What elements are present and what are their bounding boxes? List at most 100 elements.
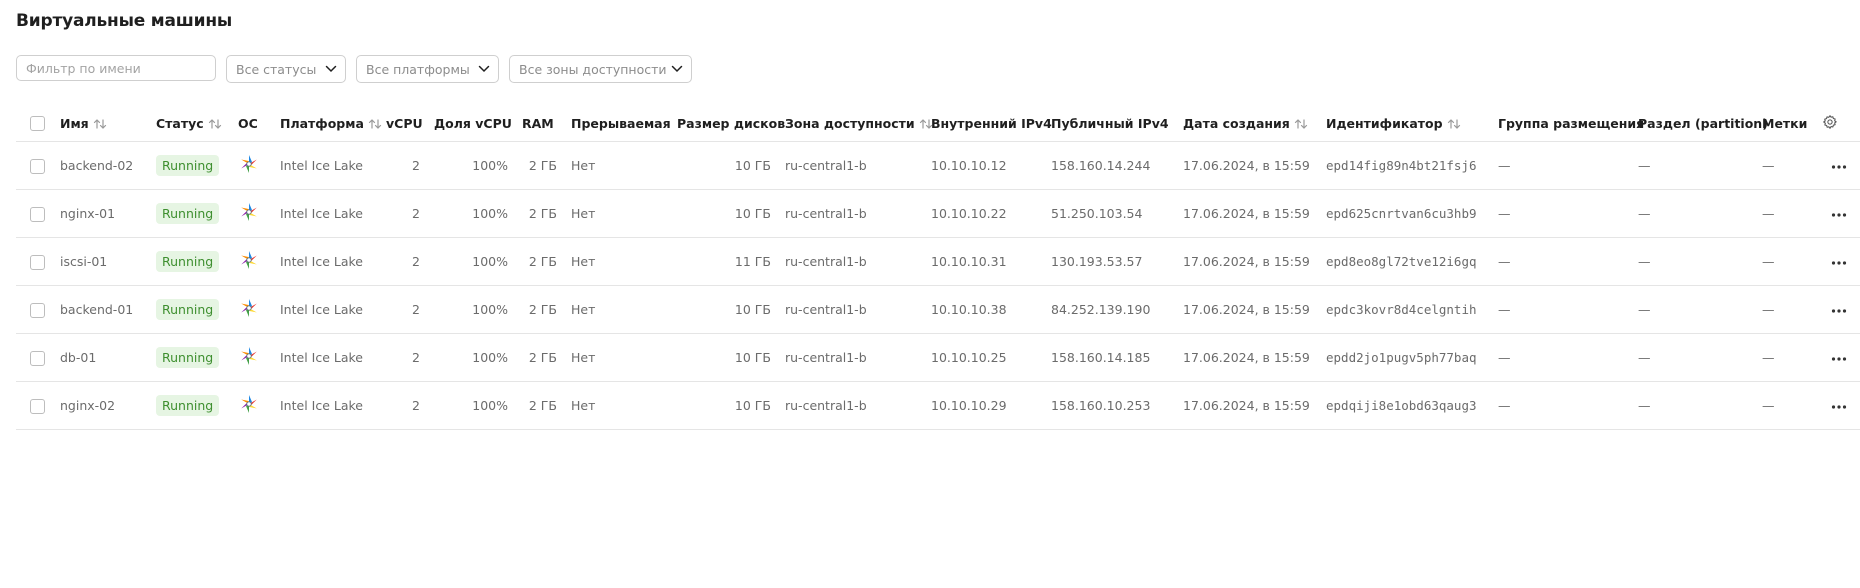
name-filter-input[interactable]: [16, 55, 216, 81]
table-row[interactable]: nginx-01 Running Intel Ice Lake 2 100% 2…: [16, 189, 1860, 238]
id-value: epd8eo8gl72tve12i6gq: [1326, 237, 1498, 286]
ram-value: 2 ГБ: [522, 333, 571, 382]
disk-size-value: 10 ГБ: [677, 141, 785, 190]
status-badge: Running: [156, 395, 220, 416]
column-header-status[interactable]: Статус: [156, 105, 238, 142]
disk-size-value: 10 ГБ: [677, 333, 785, 382]
os-cell: [238, 381, 280, 430]
created-value: 17.06.2024, в 15:59: [1183, 333, 1326, 382]
public-ip-value: 158.160.14.244: [1051, 141, 1183, 190]
os-logo-icon: [241, 155, 257, 173]
more-horizontal-icon[interactable]: [1831, 212, 1847, 218]
os-cell: [238, 237, 280, 286]
more-horizontal-icon[interactable]: [1831, 308, 1847, 314]
table-row[interactable]: db-01 Running Intel Ice Lake 2 100% 2 ГБ…: [16, 333, 1860, 382]
internal-ip-value: 10.10.10.38: [931, 285, 1051, 334]
status-badge: Running: [156, 299, 220, 320]
row-checkbox[interactable]: [30, 254, 45, 270]
more-horizontal-icon[interactable]: [1831, 404, 1847, 410]
column-header-id[interactable]: Идентификатор: [1326, 105, 1498, 142]
column-header-name[interactable]: Имя: [60, 105, 156, 142]
row-select-cell: [16, 333, 60, 382]
partition-value: —: [1638, 333, 1762, 382]
os-logo-icon: [241, 251, 257, 269]
vm-name[interactable]: backend-01: [60, 285, 156, 334]
platform-value: Intel Ice Lake: [280, 141, 386, 190]
placement-group-value: —: [1498, 237, 1638, 286]
chevron-down-icon: [478, 65, 490, 73]
row-select-cell: [16, 141, 60, 190]
public-ip-value: 158.160.14.185: [1051, 333, 1183, 382]
row-checkbox[interactable]: [30, 398, 45, 414]
select-all-cell: [16, 105, 60, 142]
row-checkbox[interactable]: [30, 302, 45, 318]
sort-arrows-icon[interactable]: [208, 118, 222, 130]
status-filter-select[interactable]: Все статусы: [226, 55, 346, 83]
more-horizontal-icon[interactable]: [1831, 260, 1847, 266]
column-header-public-ipv4: Публичный IPv4: [1051, 105, 1183, 142]
row-actions-cell: [1822, 285, 1860, 334]
id-value: epd14fig89n4bt21fsj6: [1326, 141, 1498, 190]
internal-ip-value: 10.10.10.31: [931, 237, 1051, 286]
zone-filter-select[interactable]: Все зоны доступности: [509, 55, 692, 83]
vcpu-value: 2: [386, 189, 434, 238]
table-row[interactable]: backend-01 Running Intel Ice Lake 2 100%…: [16, 285, 1860, 334]
zone-value: ru-central1-b: [785, 237, 931, 286]
created-value: 17.06.2024, в 15:59: [1183, 381, 1326, 430]
table-row[interactable]: backend-02 Running Intel Ice Lake 2 100%…: [16, 141, 1860, 190]
placement-group-value: —: [1498, 285, 1638, 334]
column-header-platform[interactable]: Платформа: [280, 105, 386, 142]
chevron-down-icon: [671, 65, 683, 73]
vcpu-value: 2: [386, 381, 434, 430]
row-checkbox[interactable]: [30, 158, 45, 174]
vm-name[interactable]: backend-02: [60, 141, 156, 190]
vcpu-share-value: 100%: [434, 141, 522, 190]
table-row[interactable]: iscsi-01 Running Intel Ice Lake 2 100% 2…: [16, 237, 1860, 286]
row-checkbox[interactable]: [30, 350, 45, 366]
preemptible-value: Нет: [571, 237, 677, 286]
platform-filter-select[interactable]: Все платформы: [356, 55, 499, 83]
column-header-ram: RAM: [522, 105, 571, 142]
preemptible-value: Нет: [571, 141, 677, 190]
row-select-cell: [16, 189, 60, 238]
more-horizontal-icon[interactable]: [1831, 164, 1847, 170]
column-header-created[interactable]: Дата создания: [1183, 105, 1326, 142]
created-value: 17.06.2024, в 15:59: [1183, 237, 1326, 286]
status-badge: Running: [156, 155, 220, 176]
vcpu-value: 2: [386, 237, 434, 286]
column-header-preemptible: Прерываемая: [571, 105, 677, 142]
zone-value: ru-central1-b: [785, 333, 931, 382]
os-logo-icon: [241, 347, 257, 365]
column-header-partition: Раздел (partition): [1638, 105, 1768, 142]
sort-arrows-icon[interactable]: [368, 118, 382, 130]
row-checkbox[interactable]: [30, 206, 45, 222]
vm-name[interactable]: nginx-01: [60, 189, 156, 238]
table-row[interactable]: nginx-02 Running Intel Ice Lake 2 100% 2…: [16, 381, 1860, 430]
sort-arrows-icon[interactable]: [1447, 118, 1461, 130]
ram-value: 2 ГБ: [522, 237, 571, 286]
select-all-checkbox[interactable]: [30, 116, 45, 131]
partition-value: —: [1638, 141, 1762, 190]
sort-arrows-icon[interactable]: [1294, 118, 1308, 130]
row-select-cell: [16, 285, 60, 334]
vm-name[interactable]: iscsi-01: [60, 237, 156, 286]
vm-name[interactable]: nginx-02: [60, 381, 156, 430]
vcpu-share-value: 100%: [434, 333, 522, 382]
id-value: epdc3kovr8d4celgntih: [1326, 285, 1498, 334]
column-header-zone[interactable]: Зона доступности: [785, 105, 932, 142]
ram-value: 2 ГБ: [522, 285, 571, 334]
row-actions-cell: [1822, 189, 1860, 238]
placement-group-value: —: [1498, 333, 1638, 382]
zone-value: ru-central1-b: [785, 381, 931, 430]
vm-name[interactable]: db-01: [60, 333, 156, 382]
row-actions-cell: [1822, 237, 1860, 286]
id-value: epd625cnrtvan6cu3hb9: [1326, 189, 1498, 238]
disk-size-value: 10 ГБ: [677, 381, 785, 430]
sort-arrows-icon[interactable]: [93, 118, 107, 130]
table-header-row: Имя Статус ОС Платформа vCPU Доля vCPU R…: [16, 105, 1860, 142]
created-value: 17.06.2024, в 15:59: [1183, 141, 1326, 190]
gear-icon[interactable]: [1822, 114, 1838, 130]
more-horizontal-icon[interactable]: [1831, 356, 1847, 362]
vm-list-page: Виртуальные машины Все статусы Все платф…: [0, 0, 1860, 588]
table-settings-cell: [1822, 105, 1860, 142]
